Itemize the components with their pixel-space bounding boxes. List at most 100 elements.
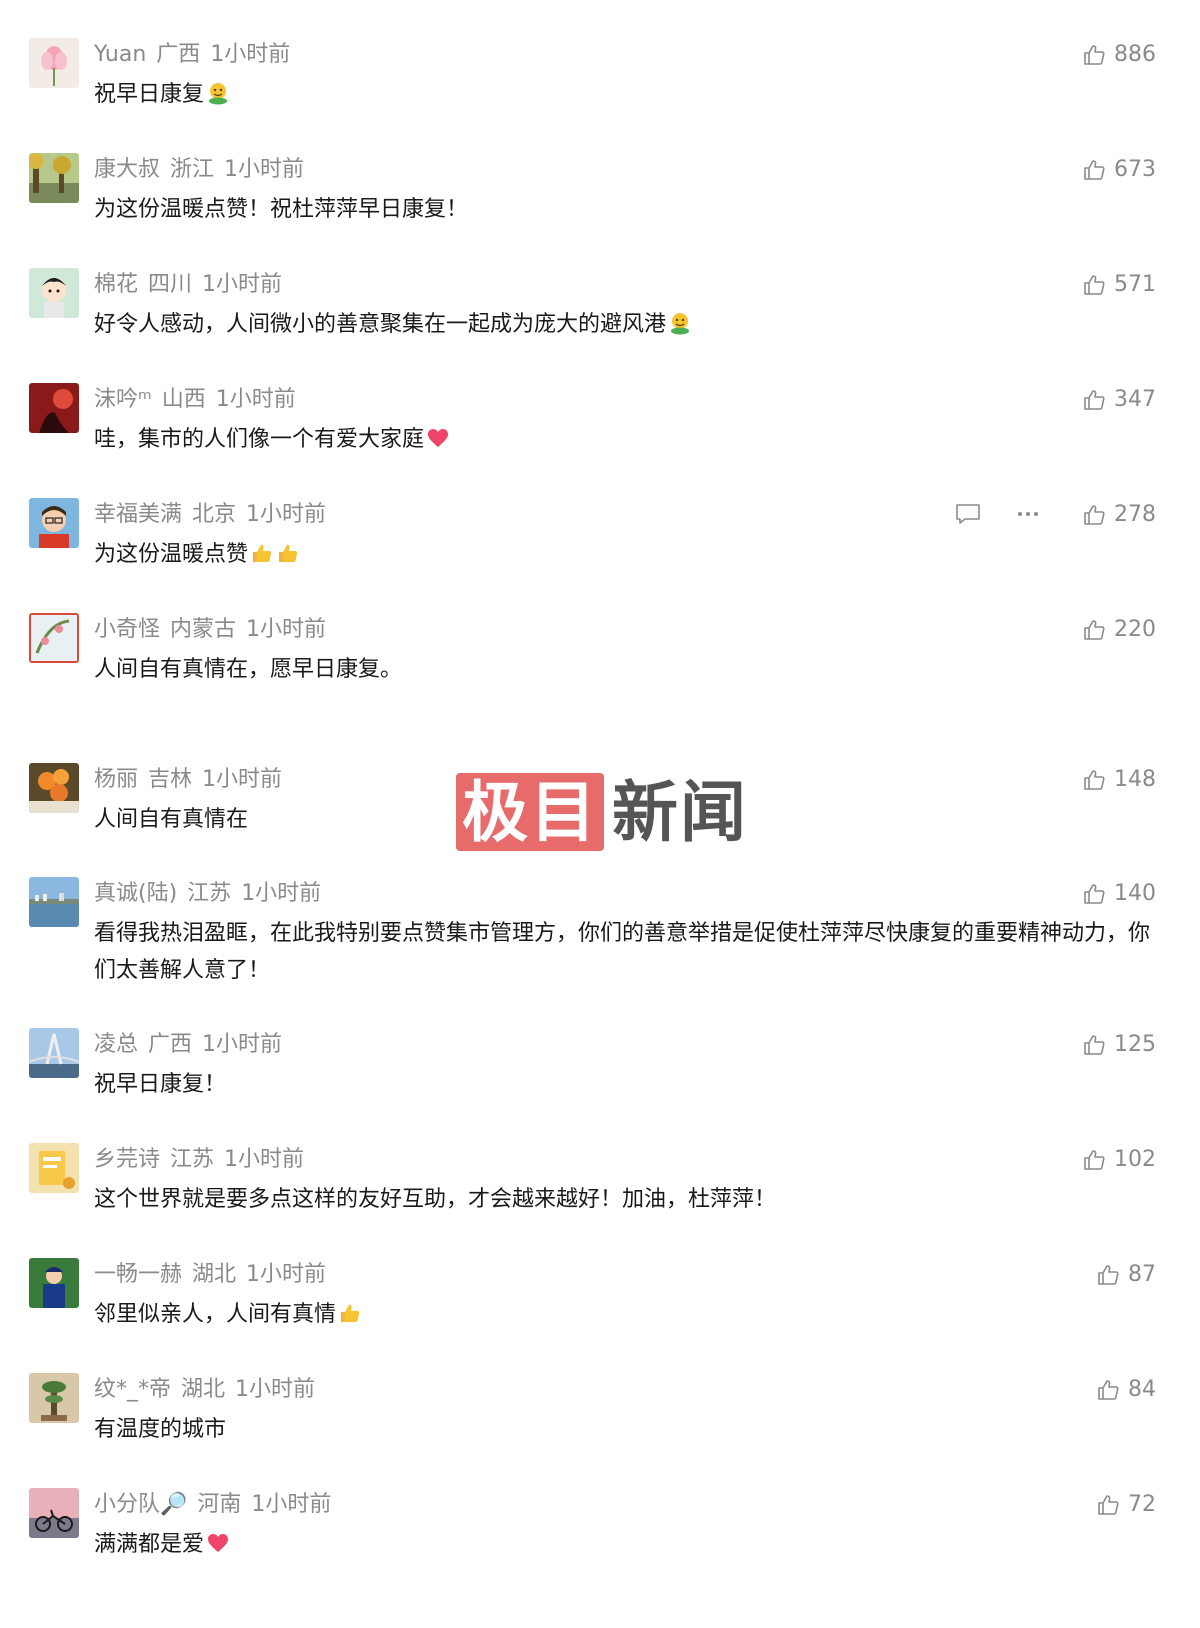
like-count: 87 — [1128, 1262, 1156, 1287]
like-button[interactable]: 87 — [1096, 1260, 1156, 1290]
like-count: 673 — [1114, 157, 1156, 182]
like-count: 84 — [1128, 1377, 1156, 1402]
timestamp: 1小时前 — [235, 1377, 316, 1402]
comment-meta: 小分队🔎 河南 1小时前 — [94, 1490, 341, 1520]
more-icon[interactable] — [1015, 502, 1041, 526]
like-count: 102 — [1114, 1147, 1156, 1172]
avatar[interactable] — [29, 1373, 79, 1423]
comment-meta: 杨丽 吉林 1小时前 — [94, 765, 292, 795]
reply-icon[interactable] — [955, 502, 981, 526]
comment-text: 祝早日康复 — [94, 76, 1154, 113]
like-button[interactable]: 571 — [1082, 270, 1156, 300]
timestamp: 1小时前 — [202, 1032, 283, 1057]
like-button[interactable]: 673 — [1082, 155, 1156, 185]
watermark-text: 新闻 — [612, 773, 748, 851]
comment-text: 好令人感动，人间微小的善意聚集在一起成为庞大的避风港 — [94, 306, 1154, 343]
avatar[interactable] — [29, 38, 79, 88]
comment-text: 有温度的城市 — [94, 1417, 227, 1442]
comment-meta: 一畅一赫 湖北 1小时前 — [94, 1260, 336, 1290]
comment-meta: 沫吟ᵐ 山西 1小时前 — [94, 385, 306, 415]
like-button[interactable]: 102 — [1082, 1145, 1156, 1175]
avatar[interactable] — [29, 1488, 79, 1538]
thumb-up-icon — [1084, 620, 1105, 640]
like-button[interactable]: 140 — [1082, 879, 1156, 909]
avatar[interactable] — [29, 383, 79, 433]
region: 四川 — [148, 272, 193, 297]
comment-text: 看得我热泪盈眶，在此我特别要点赞集市管理方，你们的善意举措是促使杜萍萍尽快康复的… — [94, 921, 1151, 983]
like-button[interactable]: 886 — [1082, 40, 1156, 70]
comment-text: 邻里似亲人，人间有真情 — [94, 1296, 1154, 1333]
like-count: 571 — [1114, 272, 1156, 297]
like-button[interactable]: 220 — [1082, 615, 1156, 645]
avatar[interactable] — [29, 153, 79, 203]
like-count: 125 — [1114, 1032, 1156, 1057]
username[interactable]: 凌总 — [94, 1032, 138, 1057]
comment-meta: 幸福美满 北京 1小时前 — [94, 500, 336, 530]
comment-text: 这个世界就是要多点这样的友好互助，才会越来越好！加油，杜萍萍！ — [94, 1187, 777, 1212]
region: 江苏 — [187, 881, 232, 906]
username[interactable]: 乡芫诗 — [94, 1147, 160, 1172]
avatar[interactable] — [29, 1143, 79, 1193]
avatar[interactable] — [29, 1258, 79, 1308]
avatar[interactable] — [29, 613, 79, 663]
username[interactable]: 杨丽 — [94, 767, 138, 792]
heart-emoji-icon — [208, 1534, 229, 1552]
region: 浙江 — [170, 157, 215, 182]
thumb-up-icon — [1098, 1380, 1119, 1400]
like-button[interactable]: 148 — [1082, 765, 1156, 795]
region: 湖北 — [181, 1377, 226, 1402]
like-button[interactable]: 278 — [1082, 500, 1156, 530]
thumbs-up-emoji-icon — [341, 1304, 360, 1322]
timestamp: 1小时前 — [224, 1147, 305, 1172]
heart-emoji-icon — [428, 429, 449, 447]
avatar[interactable] — [29, 877, 79, 927]
like-button[interactable]: 347 — [1082, 385, 1156, 415]
username[interactable]: 纹*_*帝 — [94, 1377, 171, 1402]
username[interactable]: 沫吟ᵐ — [94, 387, 152, 412]
comment-meta: Yuan 广西 1小时前 — [94, 40, 300, 70]
thumbs-up-emoji-icon — [279, 544, 298, 562]
timestamp: 1小时前 — [246, 502, 327, 527]
avatar[interactable] — [29, 763, 79, 813]
thumb-up-icon — [1098, 1495, 1119, 1515]
like-button[interactable]: 84 — [1096, 1375, 1156, 1405]
region: 内蒙古 — [170, 617, 237, 642]
like-count: 278 — [1114, 502, 1156, 527]
username[interactable]: 幸福美满 — [94, 502, 182, 527]
comment-text: 满满都是爱 — [94, 1526, 1154, 1563]
comment-meta: 棉花 四川 1小时前 — [94, 270, 292, 300]
thumbs-up-emoji-icon — [253, 544, 272, 562]
thumb-up-icon — [1084, 1150, 1105, 1170]
comment-actions — [955, 502, 1041, 526]
comment-meta: 真诚(陆) 江苏 1小时前 — [94, 879, 331, 909]
username[interactable]: 小奇怪 — [94, 617, 160, 642]
region: 吉林 — [148, 767, 193, 792]
comment-meta: 康大叔 浙江 1小时前 — [94, 155, 314, 185]
username[interactable]: 小分队🔎 — [94, 1492, 187, 1517]
username[interactable]: 真诚(陆) — [94, 881, 177, 906]
region: 江苏 — [170, 1147, 215, 1172]
timestamp: 1小时前 — [246, 617, 327, 642]
region: 北京 — [192, 502, 237, 527]
thumb-up-icon — [1084, 45, 1105, 65]
comment-text: 人间自有真情在，愿早日康复。 — [94, 657, 403, 682]
comment-text: 祝早日康复！ — [94, 1072, 227, 1097]
username[interactable]: 康大叔 — [94, 157, 160, 182]
watermark-box: 极目 — [456, 773, 604, 851]
username[interactable]: 棉花 — [94, 272, 138, 297]
thumb-up-icon — [1084, 505, 1105, 525]
like-button[interactable]: 72 — [1096, 1490, 1156, 1520]
avatar[interactable] — [29, 498, 79, 548]
avatar[interactable] — [29, 1028, 79, 1078]
like-button[interactable]: 125 — [1082, 1030, 1156, 1060]
username[interactable]: Yuan — [94, 42, 146, 67]
region: 广西 — [156, 42, 201, 67]
comment-meta: 凌总 广西 1小时前 — [94, 1030, 292, 1060]
like-count: 72 — [1128, 1492, 1156, 1517]
region: 广西 — [148, 1032, 193, 1057]
avatar[interactable] — [29, 268, 79, 318]
region: 河南 — [197, 1492, 242, 1517]
thumb-up-icon — [1084, 390, 1105, 410]
region: 湖北 — [192, 1262, 237, 1287]
username[interactable]: 一畅一赫 — [94, 1262, 182, 1287]
